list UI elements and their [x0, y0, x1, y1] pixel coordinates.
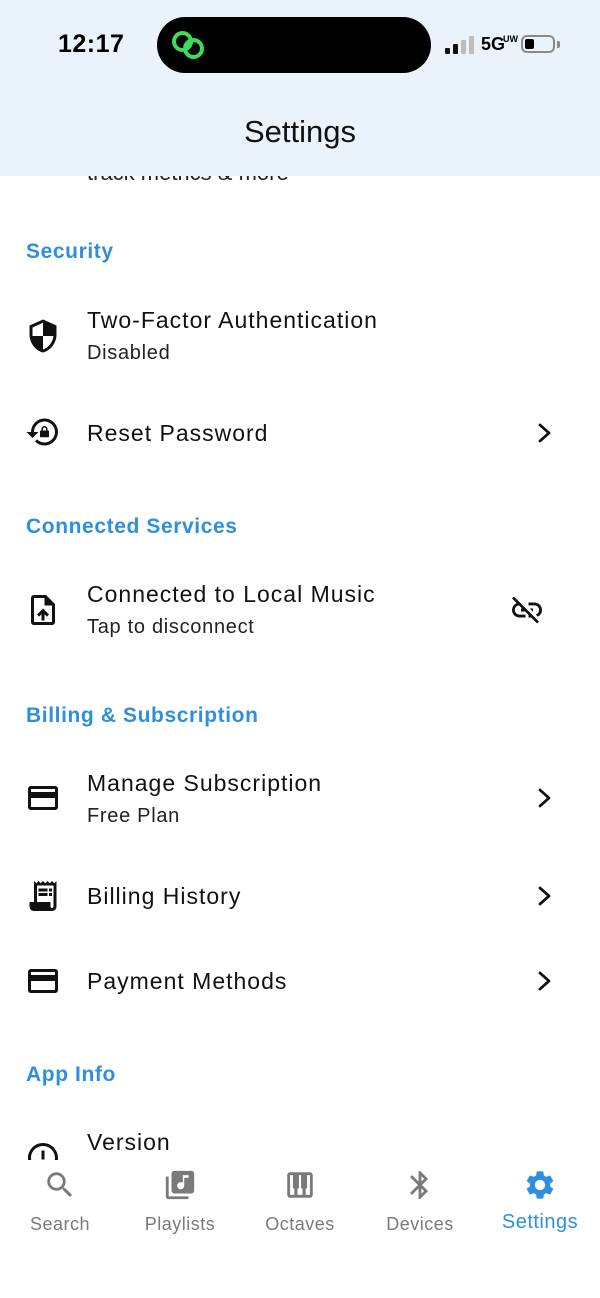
- credit-card-icon: [28, 969, 58, 993]
- version-row[interactable]: Version: [0, 1120, 600, 1160]
- network-sub: UW: [503, 34, 518, 44]
- network-type: 5G: [481, 34, 506, 54]
- local-music-title: Connected to Local Music: [87, 581, 376, 607]
- section-title-connected-services: Connected Services: [26, 515, 238, 538]
- payment-methods-row[interactable]: Payment Methods: [0, 942, 600, 1022]
- local-music-row[interactable]: Connected to Local Music Tap to disconne…: [0, 572, 600, 652]
- two-factor-auth-title: Two-Factor Authentication: [87, 307, 378, 333]
- linked-rings-icon: [172, 31, 204, 59]
- version-title: Version: [87, 1129, 171, 1155]
- status-time: 12:17: [58, 30, 125, 58]
- tab-bar: Search Playlists Octaves Devices Setting…: [0, 1160, 600, 1298]
- battery-cap: [557, 41, 560, 48]
- tab-label-settings: Settings: [501, 1211, 579, 1233]
- chevron-right-icon: [538, 423, 551, 443]
- tab-settings[interactable]: Settings: [480, 1168, 600, 1248]
- chevron-right-icon: [538, 971, 551, 991]
- header: 12:17 5G UW Settings: [0, 0, 600, 176]
- two-factor-auth-status: Disabled: [87, 342, 171, 364]
- tab-devices[interactable]: Devices: [360, 1168, 480, 1248]
- manage-subscription-title: Manage Subscription: [87, 770, 323, 796]
- signal-icon: [445, 36, 474, 54]
- tab-octaves[interactable]: Octaves: [240, 1168, 360, 1248]
- file-upload-icon: [31, 595, 55, 625]
- tab-label-playlists: Playlists: [144, 1214, 216, 1234]
- tab-label-search: Search: [29, 1214, 91, 1234]
- billing-history-title: Billing History: [87, 883, 242, 909]
- info-icon: [28, 1143, 58, 1160]
- billing-history-row[interactable]: Billing History: [0, 857, 600, 937]
- section-title-app-info: App Info: [26, 1063, 116, 1086]
- shield-icon: [29, 319, 57, 353]
- gear-icon: [526, 1171, 554, 1199]
- battery-icon: [521, 35, 555, 53]
- credit-card-icon: [28, 786, 58, 810]
- unlink-icon[interactable]: [508, 592, 546, 628]
- bluetooth-icon: [410, 1170, 429, 1200]
- subscription-plan: Free Plan: [87, 805, 181, 827]
- chevron-right-icon: [538, 886, 551, 906]
- receipt-icon: [29, 881, 57, 911]
- page-title: Settings: [243, 114, 356, 149]
- music-library-icon: [165, 1170, 195, 1200]
- lock-reset-icon: [26, 418, 58, 446]
- two-factor-auth-row[interactable]: Two-Factor Authentication Disabled: [0, 298, 600, 378]
- search-icon: [47, 1172, 73, 1198]
- piano-icon: [287, 1172, 313, 1198]
- manage-subscription-row[interactable]: Manage Subscription Free Plan: [0, 761, 600, 841]
- tab-label-octaves: Octaves: [265, 1214, 335, 1234]
- payment-methods-title: Payment Methods: [87, 968, 288, 994]
- dynamic-island: [157, 17, 431, 73]
- reset-password-title: Reset Password: [87, 420, 269, 446]
- tab-label-devices: Devices: [386, 1214, 454, 1234]
- reset-password-row[interactable]: Reset Password: [0, 394, 600, 474]
- section-title-security: Security: [26, 240, 114, 263]
- tab-playlists[interactable]: Playlists: [120, 1168, 240, 1248]
- chevron-right-icon: [538, 788, 551, 808]
- section-title-billing: Billing & Subscription: [26, 704, 259, 727]
- tab-search[interactable]: Search: [0, 1168, 120, 1248]
- local-music-subtitle: Tap to disconnect: [87, 616, 255, 638]
